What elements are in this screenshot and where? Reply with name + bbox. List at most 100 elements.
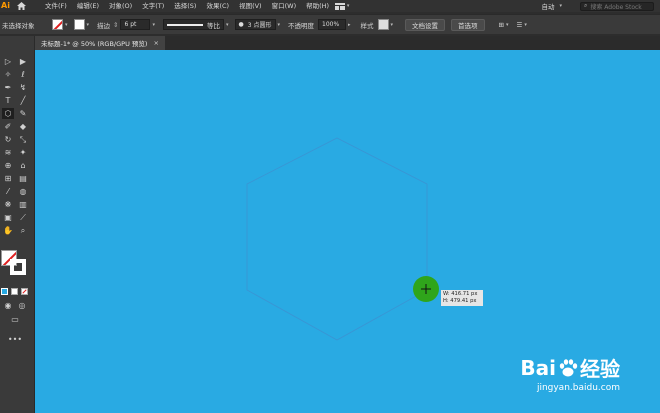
more-tools-icon[interactable]: ••• xyxy=(8,334,22,345)
crosshair-icon xyxy=(421,284,431,294)
shaper-tool-icon[interactable]: ✐ xyxy=(2,121,14,132)
app-logo[interactable]: Ai xyxy=(0,0,10,12)
scale-tool-icon[interactable]: ⤡ xyxy=(17,134,29,145)
slice-tool-icon[interactable]: ⟋ xyxy=(17,212,29,223)
brush-select[interactable]: ● 3 点圆形 xyxy=(234,19,276,30)
size-tooltip: W: 416.71 px H: 479.41 px xyxy=(441,290,483,306)
document-tab-title: 未标题-1* @ 50% (RGB/GPU 预览) xyxy=(41,40,148,48)
baidu-watermark: Bai 经验 jingyan.baidu.com xyxy=(520,353,620,394)
menu-window[interactable]: 窗口(W) xyxy=(267,0,302,12)
menu-effect[interactable]: 效果(C) xyxy=(201,0,234,12)
curvature-tool-icon[interactable]: ↯ xyxy=(17,82,29,93)
paintbrush-tool-icon[interactable]: ✎ xyxy=(17,108,29,119)
chevron-right-icon[interactable]: ▸ xyxy=(348,22,351,28)
none-mode-icon[interactable] xyxy=(21,288,28,295)
search-icon: ⌕ xyxy=(584,2,588,9)
width-tool-icon[interactable]: ≋ xyxy=(2,147,14,158)
color-mode-icon[interactable] xyxy=(1,288,8,295)
eyedropper-icon[interactable]: ⁄ xyxy=(2,186,14,197)
tool-panel: ▷ ▶ ✧ ℓ ✒ ↯ T ╱ ⬡ ✎ ✐ ◆ ↻ ⤡ ≋ ✦ ⊕ ⌂ ⊞ ▤ … xyxy=(0,36,35,413)
fill-stroke-widget[interactable] xyxy=(1,250,27,276)
chevron-down-icon: ▾ xyxy=(559,3,562,9)
blend-tool-icon[interactable]: ◍ xyxy=(17,186,29,197)
chevron-down-icon[interactable]: ▾ xyxy=(87,22,90,28)
rotate-tool-icon[interactable]: ↻ xyxy=(2,134,14,145)
menu-select[interactable]: 选择(S) xyxy=(169,0,201,12)
style-label: 样式 xyxy=(360,21,374,30)
chevron-down-icon: ▾ xyxy=(346,3,350,9)
mesh-tool-icon[interactable]: ⊞ xyxy=(2,173,14,184)
perspective-grid-icon[interactable]: ⌂ xyxy=(17,160,29,171)
opacity-label: 不透明度 xyxy=(288,21,315,30)
magic-wand-icon[interactable]: ✧ xyxy=(2,69,14,80)
menu-help[interactable]: 帮助(H) xyxy=(301,0,334,12)
control-bar: 未选择对象 ▾ ▾ 描边 ⇕ 6 pt ▾ 等比 ▾ ● 3 点圆形 ▾ 不透明… xyxy=(0,14,660,34)
document-setup-button[interactable]: 文档设置 xyxy=(405,18,446,31)
gradient-mode-icon[interactable] xyxy=(11,288,18,295)
close-icon[interactable]: × xyxy=(153,39,158,47)
stroke-preview xyxy=(167,23,203,26)
watermark-brand: Bai xyxy=(520,355,556,380)
paw-icon xyxy=(559,358,578,376)
watermark-url: jingyan.baidu.com xyxy=(536,383,620,393)
workspace-icon[interactable]: ▾ xyxy=(334,0,352,12)
brush-label: 3 点圆形 xyxy=(247,22,272,29)
draw-mode-icon[interactable]: ◉ xyxy=(2,300,14,311)
workspace-switcher[interactable]: 自动 xyxy=(541,1,557,11)
document-tab-bar: 未标题-1* @ 50% (RGB/GPU 预览) × xyxy=(35,36,660,50)
hand-tool-icon[interactable]: ✋ xyxy=(2,225,14,236)
search-placeholder: 搜索 Adobe Stock xyxy=(590,3,642,11)
stepper-icon[interactable]: ⇕ xyxy=(113,21,118,29)
type-tool-icon[interactable]: T xyxy=(2,95,14,106)
direct-selection-tool-icon[interactable]: ▶ xyxy=(17,56,29,67)
selection-tool-icon[interactable]: ▷ xyxy=(2,56,14,67)
gradient-tool-icon[interactable]: ▤ xyxy=(17,173,29,184)
stroke-profile-select[interactable]: 等比 xyxy=(163,19,224,30)
screen-mode-icon[interactable]: ▭ xyxy=(8,314,22,325)
chevron-down-icon[interactable]: ▾ xyxy=(524,22,527,28)
line-tool-icon[interactable]: ╱ xyxy=(17,95,29,106)
menu-bar: Ai 文件(F) 编辑(E) 对象(O) 文字(T) 选择(S) 效果(C) 视… xyxy=(0,0,660,12)
draw-inside-icon[interactable]: ◎ xyxy=(16,300,28,311)
chevron-down-icon[interactable]: ▾ xyxy=(391,22,394,28)
menu-view[interactable]: 视图(V) xyxy=(234,0,267,12)
artboard-canvas[interactable]: W: 416.71 px H: 479.41 px Bai 经验 jingyan… xyxy=(35,50,660,413)
panel-menu-icon[interactable]: ☰ xyxy=(517,21,523,29)
document-tab[interactable]: 未标题-1* @ 50% (RGB/GPU 预览) × xyxy=(35,36,165,50)
polygon-tool-icon[interactable]: ⬡ xyxy=(2,108,14,119)
lasso-tool-icon[interactable]: ℓ xyxy=(17,69,29,80)
fill-swatch[interactable] xyxy=(52,19,63,30)
tooltip-height: H: 479.41 px xyxy=(443,298,477,304)
chevron-down-icon[interactable]: ▾ xyxy=(506,22,509,28)
stroke-swatch[interactable] xyxy=(73,19,85,30)
chevron-down-icon[interactable]: ▾ xyxy=(226,22,229,28)
menu-type[interactable]: 文字(T) xyxy=(137,0,169,12)
zoom-tool-icon[interactable]: ⌕ xyxy=(17,225,29,236)
home-icon[interactable] xyxy=(10,0,32,12)
eraser-tool-icon[interactable]: ◆ xyxy=(17,121,29,132)
style-swatch[interactable] xyxy=(377,19,389,30)
opacity-field[interactable]: 100% xyxy=(318,19,347,30)
preferences-button[interactable]: 首选项 xyxy=(451,18,485,31)
align-icon[interactable]: ⊞ xyxy=(499,21,504,29)
profile-label: 等比 xyxy=(207,21,220,30)
chevron-down-icon[interactable]: ▾ xyxy=(65,22,68,28)
stroke-weight-field[interactable]: 6 pt xyxy=(120,19,151,30)
artboard-tool-icon[interactable]: ▣ xyxy=(2,212,14,223)
symbol-sprayer-icon[interactable]: ❋ xyxy=(2,199,14,210)
chevron-down-icon[interactable]: ▾ xyxy=(278,22,281,28)
puppet-warp-icon[interactable]: ✦ xyxy=(17,147,29,158)
shape-builder-icon[interactable]: ⊕ xyxy=(2,160,14,171)
tooltip-width: W: 416.71 px xyxy=(443,291,478,297)
search-input[interactable]: ⌕ 搜索 Adobe Stock xyxy=(580,1,654,11)
selection-status: 未选择对象 xyxy=(2,21,35,30)
brush-dot-icon: ● xyxy=(238,21,244,28)
menu-file[interactable]: 文件(F) xyxy=(40,0,72,12)
graph-tool-icon[interactable]: ▥ xyxy=(17,199,29,210)
menu-edit[interactable]: 编辑(E) xyxy=(72,0,104,12)
chevron-down-icon[interactable]: ▾ xyxy=(152,22,155,28)
cursor-indicator xyxy=(413,276,439,302)
menu-object[interactable]: 对象(O) xyxy=(104,0,137,12)
pen-tool-icon[interactable]: ✒ xyxy=(2,82,14,93)
stroke-color-swatch[interactable] xyxy=(10,259,26,275)
